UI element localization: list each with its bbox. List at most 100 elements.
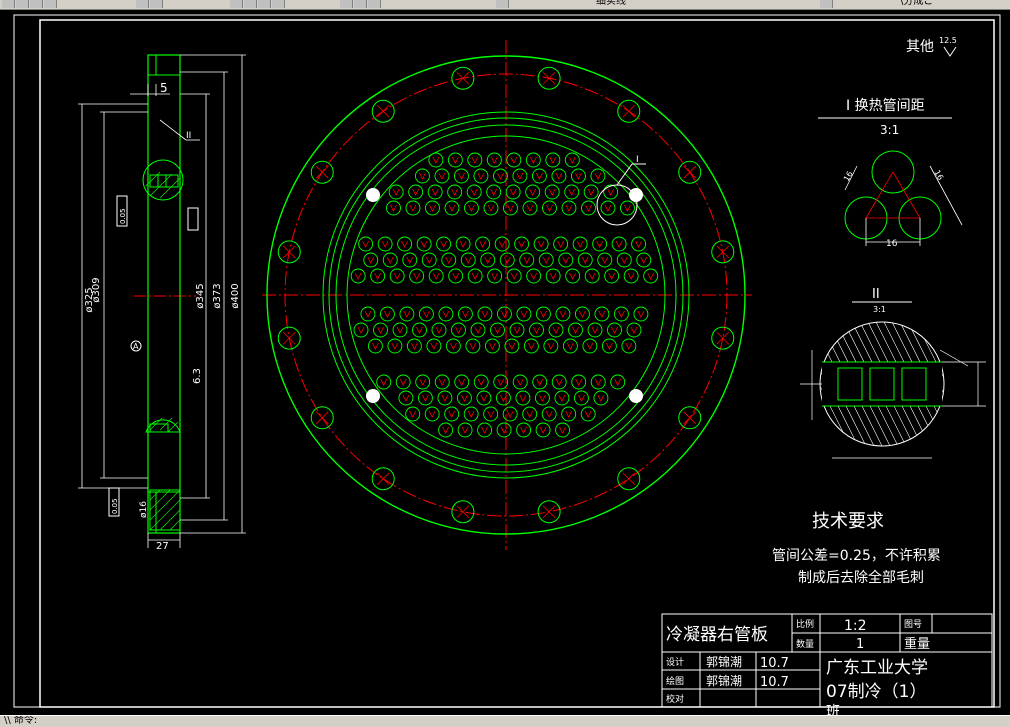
tube-hole bbox=[621, 338, 637, 354]
command-prompt: \\ 命令: bbox=[4, 715, 38, 726]
side-groove-upper bbox=[149, 174, 179, 188]
toolbar-button-zoom-window[interactable] bbox=[258, 0, 271, 8]
tube-hole bbox=[412, 322, 427, 338]
tube-hole bbox=[555, 306, 571, 322]
tube-hole bbox=[473, 374, 489, 390]
tech-requirements-title: 技术要求 bbox=[812, 511, 884, 532]
tube-hole bbox=[564, 184, 580, 200]
tube-hole bbox=[460, 252, 476, 268]
toolbar-button-new[interactable] bbox=[2, 0, 15, 8]
front-marker-i: I bbox=[636, 155, 639, 165]
front-view: I bbox=[262, 40, 752, 550]
toolbar-button-zoom-prev[interactable] bbox=[272, 0, 285, 8]
toolbar-button-pan[interactable] bbox=[230, 0, 243, 8]
tube-hole bbox=[477, 422, 493, 438]
title-block-qty-value: 1 bbox=[856, 637, 864, 652]
tube-hole bbox=[464, 200, 479, 216]
tube-hole bbox=[607, 322, 622, 338]
tube-hole bbox=[437, 390, 453, 406]
tube-hole bbox=[486, 184, 502, 200]
side-detail-circle-ii bbox=[142, 159, 184, 201]
toolbar-button-save[interactable] bbox=[30, 0, 43, 8]
side-dim-w5: 5 bbox=[160, 81, 168, 95]
toolbar-button-zoom[interactable] bbox=[244, 0, 257, 8]
tube-hole bbox=[467, 268, 483, 284]
tube-hole bbox=[406, 338, 422, 354]
tube-hole bbox=[414, 168, 430, 184]
tube-hole bbox=[555, 422, 571, 438]
linetype-dropdown[interactable]: \分成ご bbox=[900, 0, 933, 8]
tolerance-value-upper: 0.05 bbox=[119, 208, 127, 224]
tolerance-value-lower: 0.05 bbox=[111, 498, 119, 514]
tube-hole bbox=[415, 374, 431, 390]
side-bolt-hatch bbox=[149, 489, 181, 531]
tube-hole bbox=[492, 168, 508, 184]
tie-rod-hole bbox=[366, 188, 380, 202]
tube-hole bbox=[525, 152, 541, 168]
tube-hole bbox=[610, 374, 626, 390]
detail-i-pitch-b: 16 bbox=[932, 169, 945, 182]
side-bolt-section bbox=[149, 489, 181, 531]
toolbar-button-open[interactable] bbox=[16, 0, 29, 8]
tube-hole bbox=[535, 306, 551, 322]
tube-hole bbox=[457, 306, 473, 322]
tube-hole bbox=[519, 252, 535, 268]
tube-hole bbox=[445, 338, 461, 354]
tube-hole bbox=[584, 268, 600, 284]
tube-hole bbox=[370, 268, 386, 284]
tube-hole bbox=[583, 184, 599, 200]
tube-hole bbox=[457, 422, 473, 438]
tube-hole bbox=[470, 322, 486, 338]
tube-hole bbox=[590, 374, 606, 390]
toolbar-button-layers[interactable] bbox=[496, 0, 509, 8]
tube-hole bbox=[580, 406, 596, 422]
tube-hole bbox=[582, 338, 598, 354]
layer-dropdown[interactable]: 细实线 bbox=[596, 0, 626, 8]
side-marker-ii: II bbox=[186, 131, 191, 141]
tube-hole bbox=[544, 184, 560, 200]
tube-hole bbox=[473, 168, 489, 184]
tube-hole bbox=[534, 390, 550, 406]
toolbar-button-print[interactable] bbox=[44, 0, 57, 8]
title-block-scale-label: 比例 bbox=[796, 618, 814, 630]
tube-hole bbox=[522, 200, 538, 216]
detail-i-pitch-a: 16 bbox=[842, 170, 855, 183]
tube-hole bbox=[447, 152, 463, 168]
toolbar-button-toolpalette[interactable] bbox=[368, 0, 381, 8]
title-block-class-suffix: 班 bbox=[826, 704, 840, 715]
toolbar-button-color[interactable] bbox=[820, 0, 833, 8]
tube-hole bbox=[389, 268, 405, 284]
tube-hole bbox=[395, 374, 411, 390]
tube-hole bbox=[417, 390, 433, 406]
tube-hole bbox=[434, 168, 450, 184]
tube-hole bbox=[484, 338, 500, 354]
side-dim-d400: ø400 bbox=[230, 283, 241, 308]
side-view: ø325 ø309 ø345 ø373 ø400 5 27 ø16 6.3 II… bbox=[78, 54, 246, 552]
tube-hole bbox=[408, 184, 424, 200]
tube-hole bbox=[486, 152, 502, 168]
tube-hole bbox=[427, 184, 443, 200]
tube-hole bbox=[565, 268, 581, 284]
tube-hole bbox=[551, 168, 567, 184]
tube-hole bbox=[509, 322, 525, 338]
tube-hole bbox=[436, 236, 452, 252]
tube-hole bbox=[533, 236, 549, 252]
tube-hole bbox=[350, 268, 366, 284]
tube-hole bbox=[506, 152, 522, 168]
toolbar-button-redo[interactable] bbox=[150, 0, 163, 8]
title-block-designer-date: 10.7 bbox=[760, 656, 789, 671]
toolbar-button-designcenter[interactable] bbox=[354, 0, 367, 8]
tube-hole bbox=[532, 374, 548, 390]
toolbar-button-undo[interactable] bbox=[136, 0, 149, 8]
tube-hole bbox=[572, 236, 588, 252]
tube-hole bbox=[476, 390, 492, 406]
side-groove-hatch bbox=[145, 171, 181, 199]
tube-hole bbox=[633, 306, 649, 322]
tube-hole bbox=[487, 268, 503, 284]
tube-hole bbox=[496, 422, 512, 438]
drawing-canvas[interactable]: ø325 ø309 ø345 ø373 ø400 5 27 ø16 6.3 II… bbox=[0, 10, 1010, 720]
tube-hole bbox=[360, 306, 376, 322]
toolbar-button-properties[interactable] bbox=[340, 0, 353, 8]
tube-hole bbox=[543, 338, 559, 354]
command-line[interactable]: \\ 命令: bbox=[0, 715, 1010, 727]
